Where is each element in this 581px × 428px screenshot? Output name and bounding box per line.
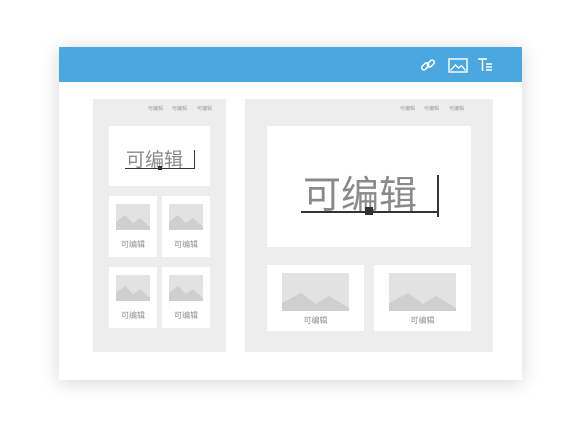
text-format-icon[interactable] [476, 56, 494, 74]
image-tile[interactable]: 可编辑 [162, 267, 210, 328]
edit-label[interactable]: 可编辑 [424, 105, 439, 112]
tile-caption[interactable]: 可编辑 [109, 310, 157, 321]
tile-caption[interactable]: 可编辑 [374, 315, 471, 326]
text-caret [194, 150, 195, 169]
resize-handle[interactable] [365, 207, 373, 215]
text-caret [437, 175, 439, 217]
edit-label[interactable]: 可编辑 [197, 105, 212, 112]
image-icon[interactable] [448, 56, 468, 74]
edit-label[interactable]: 可编辑 [148, 105, 163, 112]
edit-label[interactable]: 可编辑 [172, 105, 187, 112]
image-tile[interactable]: 可编辑 [162, 196, 210, 257]
link-icon[interactable] [419, 56, 437, 74]
image-tile[interactable]: 可编辑 [374, 265, 471, 331]
tile-caption[interactable]: 可编辑 [162, 239, 210, 250]
template-panel-left[interactable]: 可编辑 可编辑 可编辑 可编辑 可编辑 可编辑 可编辑 可编辑 [93, 99, 226, 352]
image-placeholder-icon [169, 275, 203, 301]
tile-caption[interactable]: 可编辑 [109, 239, 157, 250]
template-panel-right[interactable]: 可编辑 可编辑 可编辑 可编辑 可编辑 可编辑 [245, 99, 493, 352]
tile-caption[interactable]: 可编辑 [162, 310, 210, 321]
image-placeholder-icon [282, 273, 349, 311]
image-placeholder-icon [116, 204, 150, 230]
resize-handle[interactable] [158, 166, 162, 170]
image-tile[interactable]: 可编辑 [109, 196, 157, 257]
image-placeholder-icon [169, 204, 203, 230]
image-tile[interactable]: 可编辑 [109, 267, 157, 328]
title-card[interactable]: 可编辑 [109, 126, 210, 186]
edit-label[interactable]: 可编辑 [449, 105, 464, 112]
editor-window: 可编辑 可编辑 可编辑 可编辑 可编辑 可编辑 可编辑 可编辑 可编辑 可编辑 … [59, 47, 522, 380]
image-tile[interactable]: 可编辑 [267, 265, 364, 331]
title-card[interactable]: 可编辑 [267, 126, 471, 247]
image-placeholder-icon [116, 275, 150, 301]
image-placeholder-icon [389, 273, 456, 311]
toolbar [59, 47, 522, 82]
edit-label[interactable]: 可编辑 [400, 105, 415, 112]
tile-caption[interactable]: 可编辑 [267, 315, 364, 326]
